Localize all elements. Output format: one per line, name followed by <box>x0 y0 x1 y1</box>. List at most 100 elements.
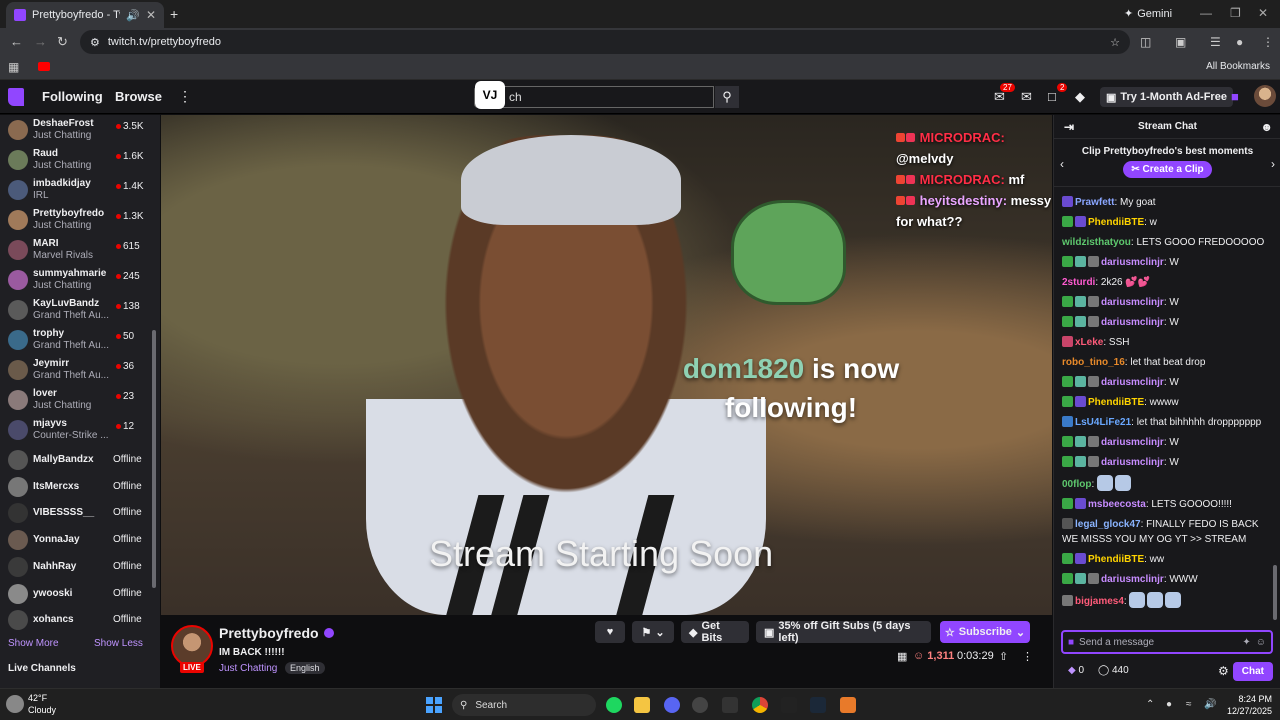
bits-balance[interactable]: ◆ 0 <box>1068 665 1084 676</box>
chat-input[interactable]: ■ Send a message ✦ ☺ <box>1061 630 1273 654</box>
chat-badge-icon[interactable] <box>1062 256 1073 267</box>
chat-badge-icon[interactable] <box>1075 296 1086 307</box>
chat-username[interactable]: LsU4LiFe21 <box>1075 417 1131 428</box>
gg-icon[interactable] <box>781 697 797 713</box>
subscribe-button[interactable]: ☆ Subscribe ⌄ <box>940 621 1030 643</box>
chat-badge-icon[interactable] <box>1062 336 1073 347</box>
chat-badge-icon[interactable] <box>1088 256 1099 267</box>
sidebar-channel[interactable]: Raud Just Chatting 1.6K <box>0 145 160 175</box>
menu-icon[interactable]: ⋮ <box>1262 35 1274 49</box>
new-tab-icon[interactable]: + <box>170 6 178 22</box>
nav-following[interactable]: Following <box>42 89 103 104</box>
search-input[interactable]: VJ ch <box>474 81 714 109</box>
apps-icon[interactable]: ▦ <box>8 60 19 74</box>
chat-badge-icon[interactable] <box>1075 573 1086 584</box>
system-clock[interactable]: 8:24 PM 12/27/2025 <box>1227 693 1272 717</box>
taskbar-search[interactable]: ⚲ Search <box>452 694 596 716</box>
sidebar-channel[interactable]: ywooski Offline <box>0 579 160 609</box>
reload-icon[interactable]: ↻ <box>57 34 68 50</box>
chat-username[interactable]: dariusmclinjr <box>1101 317 1164 328</box>
sidebar-channel[interactable]: YonnaJay Offline <box>0 525 160 555</box>
chat-badge-icon[interactable] <box>1088 573 1099 584</box>
sidebar-channel[interactable]: MallyBandzx Offline <box>0 445 160 475</box>
sidebar-channel[interactable]: NahhRay Offline <box>0 552 160 582</box>
file-explorer-icon[interactable] <box>634 697 650 713</box>
sidebar-channel[interactable]: ItsMercxs Offline <box>0 472 160 502</box>
chat-badge-icon[interactable] <box>1075 216 1086 227</box>
maximize-icon[interactable]: ❐ <box>1230 6 1241 20</box>
get-bits-button[interactable]: ◆ Get Bits <box>681 620 749 644</box>
minimize-icon[interactable]: — <box>1200 6 1212 20</box>
chat-badge-icon[interactable] <box>1088 456 1099 467</box>
try-ad-free-button[interactable]: ▣ Try 1-Month Ad-Free <box>1100 87 1233 107</box>
theater-grid-icon[interactable]: ▦ <box>897 650 907 663</box>
gemini-button[interactable]: ✦ Gemini <box>1124 7 1172 21</box>
chat-badge-icon[interactable] <box>1075 396 1086 407</box>
chat-username[interactable]: dariusmclinjr <box>1101 377 1164 388</box>
emote-icon[interactable] <box>1147 592 1164 608</box>
chat-username[interactable]: dariusmclinjr <box>1101 574 1164 585</box>
chat-settings-icon[interactable]: ⚙ <box>1218 664 1229 678</box>
chat-badge-icon[interactable] <box>1062 416 1073 427</box>
sidebar-channel[interactable]: lover Just Chatting 23 <box>0 385 160 415</box>
show-less-link[interactable]: Show Less <box>94 638 143 649</box>
collapse-chat-icon[interactable]: ⇥ <box>1064 115 1074 139</box>
crown-icon[interactable]: ■ <box>1231 89 1239 104</box>
notifications-button[interactable]: ⚑ ⌄ <box>632 621 674 643</box>
forward-icon[interactable]: → <box>34 34 47 49</box>
chat-username[interactable]: PhendiiBTE <box>1088 217 1144 228</box>
windows-start-icon[interactable] <box>426 697 442 713</box>
emote-icon[interactable] <box>1097 475 1114 491</box>
tray-chevron-icon[interactable]: ⌃ <box>1146 699 1154 710</box>
bits-icon[interactable]: ◆ <box>1075 89 1085 105</box>
sidebar-channel[interactable]: summyahmarie Just Chatting 245 <box>0 265 160 295</box>
user-avatar[interactable] <box>1254 85 1276 107</box>
chat-badge-icon[interactable] <box>1062 553 1073 564</box>
chat-badge-icon[interactable] <box>1075 456 1086 467</box>
chat-username[interactable]: dariusmclinjr <box>1101 257 1164 268</box>
chat-username[interactable]: legal_glock47 <box>1075 519 1141 530</box>
nav-browse[interactable]: Browse <box>115 89 162 104</box>
chat-username[interactable]: 2sturdi <box>1062 277 1095 288</box>
chat-username[interactable]: bigjames4 <box>1075 596 1124 607</box>
chat-username[interactable]: xLeke <box>1075 337 1103 348</box>
sidebar-channel[interactable]: xohancs Offline <box>0 605 160 635</box>
streamer-avatar[interactable] <box>171 625 213 667</box>
browser-tab[interactable]: Prettyboyfredo - Twitch 🔊 ✕ <box>6 2 164 28</box>
more-options-icon[interactable]: ⋮ <box>1022 650 1033 663</box>
overlay-app-icon[interactable]: VJ <box>475 81 505 109</box>
chat-username[interactable]: robo_tino_16 <box>1062 357 1125 368</box>
stream-category[interactable]: Just Chatting <box>219 663 277 674</box>
chat-username[interactable]: dariusmclinjr <box>1101 457 1164 468</box>
sidebar-channel[interactable]: MARI Marvel Rivals 615 <box>0 235 160 265</box>
emote-icon[interactable] <box>1129 592 1146 608</box>
chat-badge-icon[interactable] <box>1062 498 1073 509</box>
chat-badge-icon[interactable] <box>1062 316 1073 327</box>
channel-points[interactable]: ◯ 440 <box>1098 665 1129 676</box>
close-tab-icon[interactable]: ✕ <box>146 8 156 22</box>
whispers-icon[interactable]: □ <box>1048 89 1056 104</box>
chat-badge-icon[interactable] <box>1075 553 1086 564</box>
all-bookmarks[interactable]: All Bookmarks <box>1206 61 1270 72</box>
profile-icon[interactable]: ● <box>1236 35 1243 49</box>
chat-username[interactable]: wildzisthatyou <box>1062 237 1131 248</box>
back-icon[interactable]: ← <box>10 34 23 49</box>
language-tag[interactable]: English <box>285 662 325 674</box>
chrome-icon[interactable] <box>752 697 768 713</box>
sparkle-icon[interactable]: ✦ <box>1242 637 1250 648</box>
address-bar[interactable]: ⚙ twitch.tv/prettyboyfredo ☆ <box>80 30 1130 54</box>
emote-picker-icon[interactable]: ■ <box>1068 637 1074 648</box>
mail-icon[interactable]: ✉ <box>1021 89 1032 105</box>
emote-icon[interactable] <box>1165 592 1182 608</box>
weather-widget[interactable]: 42°F Cloudy <box>6 692 56 716</box>
chat-badge-icon[interactable] <box>1075 256 1086 267</box>
chat-badge-icon[interactable] <box>1062 595 1073 606</box>
chat-badge-icon[interactable] <box>1062 396 1073 407</box>
site-info-icon[interactable]: ⚙ <box>90 36 100 49</box>
chat-badge-icon[interactable] <box>1075 316 1086 327</box>
more-icon[interactable]: ⋮ <box>178 88 192 105</box>
chat-badge-icon[interactable] <box>1088 436 1099 447</box>
chat-username[interactable]: msbeecosta <box>1088 499 1146 510</box>
tab-search-icon[interactable]: ▣ <box>1175 35 1186 49</box>
chat-badge-icon[interactable] <box>1062 216 1073 227</box>
